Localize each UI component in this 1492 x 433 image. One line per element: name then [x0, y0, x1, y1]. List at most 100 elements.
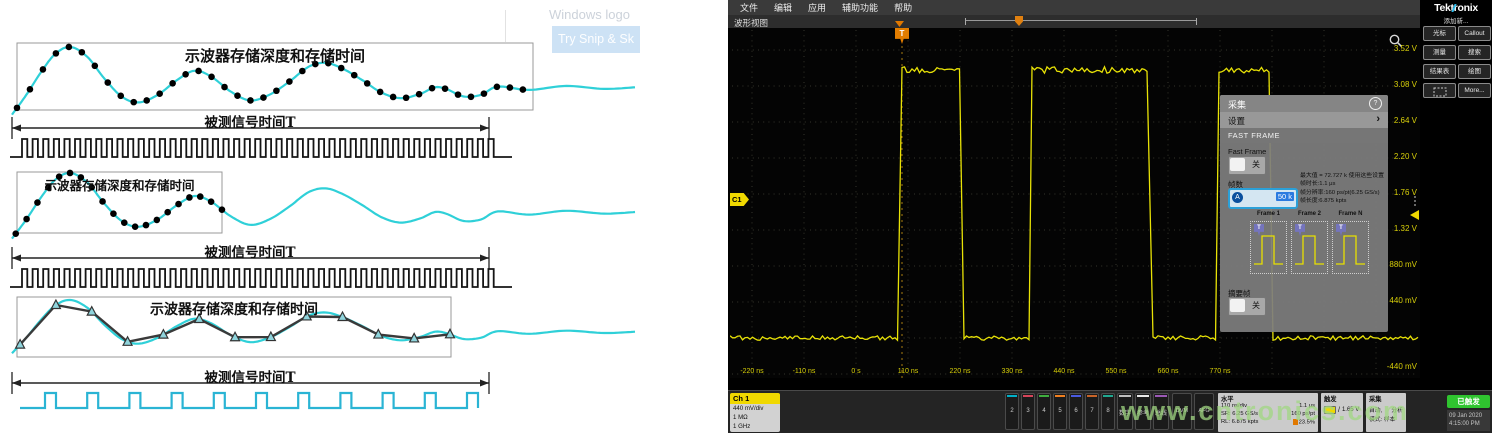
sidebar-button-测量[interactable]: 测量 [1423, 45, 1456, 60]
sample-dot [351, 72, 358, 79]
sample-dot [23, 216, 30, 223]
sample-dot [219, 206, 226, 213]
sample-dot [121, 219, 128, 226]
chevron-right-icon: › [1376, 113, 1380, 125]
fastframe-toggle[interactable]: 关 [1228, 156, 1266, 175]
screenshot-root: Windows logo Try Snip & Sk 示波器存储深度和存储时间 … [0, 0, 1492, 433]
time-axis-label: 0 s [834, 368, 878, 375]
snip-sketch-button[interactable]: Try Snip & Sk [552, 26, 640, 53]
arrowhead [12, 125, 21, 132]
channel-button-5[interactable]: 5 [1053, 393, 1067, 430]
sample-dot [390, 94, 397, 101]
frame-box: T [1291, 221, 1328, 274]
sample-dot [156, 90, 163, 97]
frame-label: Frame 1 [1248, 211, 1289, 217]
arrowhead [12, 380, 21, 387]
run-status-button[interactable]: 已触发 [1447, 395, 1490, 408]
date-label: 09 Jan 2020 [1449, 412, 1488, 420]
time-axis-label: 770 ns [1198, 368, 1242, 375]
time-axis-label: 220 ns [938, 368, 982, 375]
time-axis-label: -220 ns [730, 368, 774, 375]
diagram3-time-label: 被测信号时间T [140, 366, 360, 386]
channel-color-stripe [1103, 395, 1113, 397]
sample-dot [195, 68, 202, 75]
channel-label: 7 [1086, 408, 1098, 414]
channel-label: 3 [1022, 408, 1034, 414]
settings-label: 设置 [1228, 115, 1245, 127]
frames-diagram: Frame 1TFrame 2TFrame NT [1220, 211, 1388, 287]
summary-frame-toggle[interactable]: 关 [1228, 297, 1266, 316]
overview-zoom-bar[interactable] [965, 18, 1197, 25]
channel-button-2[interactable]: 2 [1005, 393, 1019, 430]
menu-item-0[interactable]: 文件 [740, 1, 758, 14]
panel-divider-handle[interactable] [1414, 194, 1416, 208]
sidebar-buttons: 光标Callout测量搜索结果表绘图 More... [1421, 26, 1492, 126]
ch1-setting: 440 mV/div [733, 404, 780, 413]
channel-button-4[interactable]: 4 [1037, 393, 1051, 430]
frame-count-input[interactable]: A 50 k [1228, 188, 1298, 209]
diagram2-time-label: 被测信号时间T [140, 241, 360, 261]
sidebar-button-Callout[interactable]: Callout [1458, 26, 1491, 41]
sampling-clock-dense [10, 269, 512, 287]
panel-settings-row[interactable]: 设置 › [1220, 112, 1388, 129]
sample-dot [377, 89, 384, 96]
diagram3-title: 示波器存储深度和存储时间 [17, 299, 451, 319]
help-icon[interactable]: ? [1369, 97, 1382, 110]
sample-dot [132, 223, 139, 230]
oscilloscope-ui: 文件编辑应用辅助功能帮助 波形视图 T C1 -220 ns-110 ns0 s… [728, 0, 1492, 433]
trigger-position-pointer[interactable] [895, 21, 904, 27]
watermark: www.cntronics.com [1121, 396, 1409, 427]
voltage-axis-label: 3.08 V [1330, 80, 1417, 89]
sample-dot [481, 90, 488, 97]
sample-dot [208, 74, 215, 81]
sidebar-button-绘图[interactable]: 绘图 [1458, 64, 1491, 79]
channel-button-6[interactable]: 6 [1069, 393, 1083, 430]
sidebar-button-搜索[interactable]: 搜索 [1458, 45, 1491, 60]
sample-dot [429, 85, 436, 92]
menu-item-2[interactable]: 应用 [808, 1, 826, 14]
knob-a-icon: A [1232, 192, 1243, 203]
menu-item-3[interactable]: 辅助功能 [842, 1, 878, 14]
menu-bar: 文件 编辑 应用 辅助功能 帮助 [728, 0, 1420, 15]
ch1-badge[interactable]: Ch 1 440 mV/div1 MΩ1 GHz [730, 393, 780, 432]
info-line: 帧分辨率:160 ps/pt(6.25 GS/s) [1300, 189, 1386, 197]
menu-item-4[interactable]: 帮助 [894, 1, 912, 14]
screenshot-icon [1434, 88, 1446, 96]
time-axis-label: 550 ns [1094, 368, 1138, 375]
fastframe-label: Fast Frame [1228, 147, 1266, 156]
fastframe-section-header: FAST FRAME [1220, 128, 1388, 143]
channel-button-8[interactable]: 8 [1101, 393, 1115, 430]
channel-button-3[interactable]: 3 [1021, 393, 1035, 430]
overview-trigger-marker[interactable] [1015, 16, 1023, 26]
sample-dot [247, 97, 254, 104]
acquisition-panel: 采集 ? 设置 › FAST FRAME Fast Frame 关 帧数 A 5… [1220, 95, 1388, 332]
voltage-axis-label: 3.52 V [1330, 44, 1417, 53]
channel-button-7[interactable]: 7 [1085, 393, 1099, 430]
sample-dot [286, 78, 293, 85]
time-axis-label: 660 ns [1146, 368, 1190, 375]
sampling-clock-dense [10, 139, 512, 157]
channel-label: 8 [1102, 408, 1114, 414]
toggle-state: 关 [1252, 159, 1260, 170]
menu-item-1[interactable]: 编辑 [774, 1, 792, 14]
sample-dot [186, 194, 193, 201]
panel-header[interactable]: 采集 ? [1220, 95, 1388, 112]
left-diagram-section: Windows logo Try Snip & Sk 示波器存储深度和存储时间 … [0, 0, 710, 433]
sample-dot [27, 86, 34, 93]
sample-dot [468, 93, 475, 100]
overview-line [966, 20, 1196, 21]
capture-icon-button[interactable] [1423, 83, 1456, 98]
sample-dot [175, 201, 182, 208]
channel-color-stripe [1023, 395, 1033, 397]
sidebar-button-光标[interactable]: 光标 [1423, 26, 1456, 41]
sidebar-button-结果表[interactable]: 结果表 [1423, 64, 1456, 79]
sample-dot [507, 84, 514, 91]
toggle-knob [1230, 299, 1245, 312]
channel-color-stripe [1007, 395, 1017, 397]
frame-label: Frame N [1330, 211, 1371, 217]
sample-dot [130, 99, 137, 106]
sample-dot [143, 97, 150, 104]
time-label: 4:15:00 PM [1449, 420, 1488, 428]
sidebar-button-More...[interactable]: More... [1458, 83, 1491, 98]
fastframe-info-text: 最大值 = 72.727 k 使用这些设置帧时长:1.1 μs帧分辨率:160 … [1300, 172, 1386, 206]
